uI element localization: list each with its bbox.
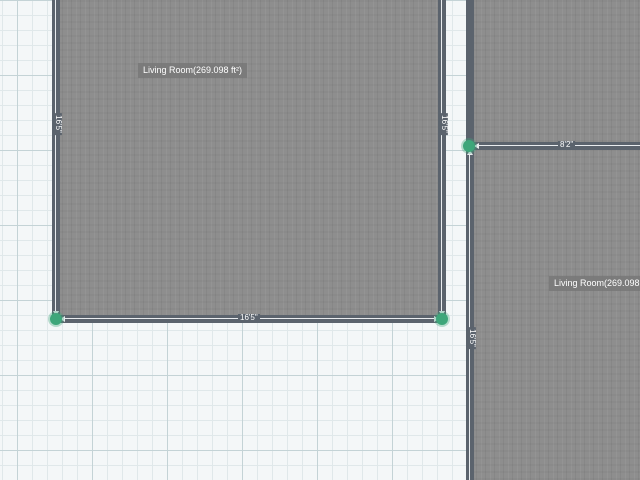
room-1-right-dimension-line [441, 0, 442, 312]
room-1-wall-left[interactable] [52, 0, 60, 322]
room-2-left-dimension-label: 16'5" [467, 327, 477, 349]
room-1-floor[interactable] [58, 0, 440, 317]
room-1-bottom-dimension-label: 16'5" [238, 313, 260, 322]
room-1-corner-handle-bottom-left[interactable] [50, 313, 62, 325]
room-1-wall-right[interactable] [438, 0, 446, 322]
room-1-label[interactable]: Living Room(269.098 ft²) [138, 63, 248, 78]
room-2-top-dimension-label: 8'2" [558, 140, 576, 149]
room-2-floor-upper[interactable] [472, 0, 640, 142]
room-1-left-dimension-line [55, 0, 56, 312]
room-2-corner-handle-top-left[interactable] [463, 140, 475, 152]
room-1-right-dimension-label: 16'5" [439, 113, 449, 135]
room-2-left-dimension-line [469, 154, 470, 480]
room-2-floor[interactable] [472, 150, 640, 480]
room-2-wall-top[interactable] [466, 142, 640, 150]
room-1-left-dimension-label: 16'5" [53, 113, 63, 135]
room-2-label[interactable]: Living Room(269.098 [549, 276, 640, 291]
floor-plan-canvas[interactable]: 16'5" 16'5" 16'5" Living Room(269.098 ft… [0, 0, 640, 480]
room-2-wall-left[interactable] [466, 0, 474, 480]
room-1-corner-handle-bottom-right[interactable] [436, 313, 448, 325]
